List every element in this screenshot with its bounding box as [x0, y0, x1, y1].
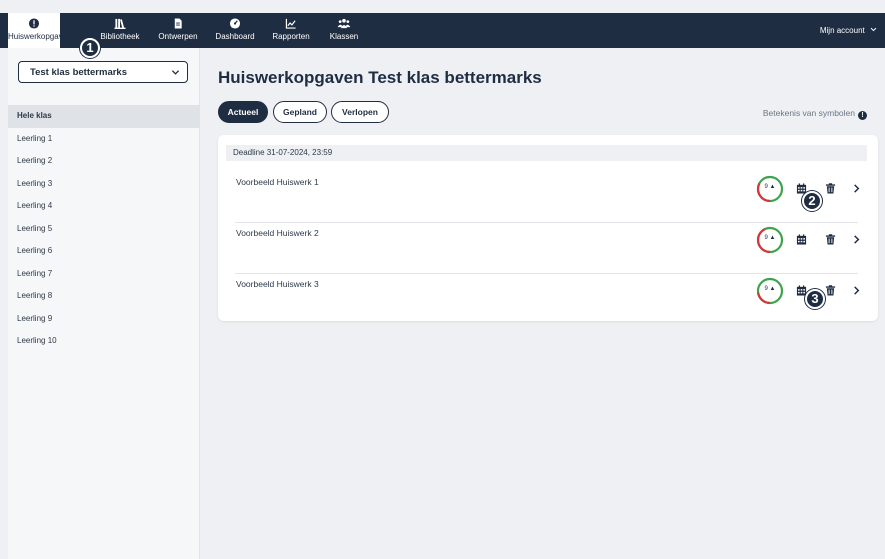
chevron-right-icon[interactable]: [851, 183, 862, 194]
chevron-right-icon[interactable]: [851, 285, 862, 296]
person-icon: ▲: [769, 184, 776, 190]
assignment-row[interactable]: Voorbeeld Huiswerk 1 9 ▲: [235, 172, 860, 223]
account-label: Mijn account: [819, 26, 865, 35]
symbol-legend-link[interactable]: Betekenis van symbolen!: [763, 108, 867, 120]
sidebar: Test klas bettermarks Hele klas Leerling…: [8, 48, 200, 559]
trash-icon[interactable]: [825, 183, 836, 194]
trash-icon[interactable]: [825, 285, 836, 296]
chevron-down-icon: [870, 27, 877, 32]
student-count: 9 ▲: [756, 286, 784, 292]
tab-actueel[interactable]: Actueel: [218, 101, 268, 123]
sidebar-item-leerling-1[interactable]: Leerling 1: [8, 128, 200, 151]
symbol-legend-label: Betekenis van symbolen: [762, 108, 855, 118]
nav-item-ontwerpen[interactable]: Ontwerpen: [154, 13, 202, 48]
nav-label-klassen: Klassen: [329, 32, 359, 41]
nav-item-huiswerkopgaven[interactable]: Huiswerkopgaven: [8, 13, 72, 48]
nav-item-rapporten[interactable]: Rapporten: [267, 13, 315, 48]
assignment-row[interactable]: Voorbeeld Huiswerk 3 9 ▲: [235, 274, 860, 325]
trash-icon[interactable]: [825, 234, 836, 245]
line-chart-icon: [285, 18, 296, 29]
person-icon: ▲: [769, 286, 776, 292]
progress-ring[interactable]: 9 ▲: [756, 277, 784, 305]
tab-verlopen[interactable]: Verlopen: [331, 101, 389, 123]
gauge-icon: [229, 18, 241, 29]
library-books-icon: [114, 18, 126, 29]
sidebar-item-leerling-4[interactable]: Leerling 4: [8, 195, 200, 218]
assignment-name: Voorbeeld Huiswerk 2: [236, 228, 319, 238]
sidebar-item-hele-klas[interactable]: Hele klas: [8, 105, 200, 128]
student-count-value: 9: [764, 235, 768, 241]
assignments-card: Deadline 31-07-2024, 23:59 Voorbeeld Hui…: [218, 135, 878, 321]
chevron-right-icon[interactable]: [851, 234, 862, 245]
annotation-badge-3: 3: [805, 289, 825, 309]
calendar-icon[interactable]: [796, 234, 807, 245]
assignment-row[interactable]: Voorbeeld Huiswerk 2 9 ▲: [235, 223, 860, 274]
page-title: Huiswerkopgaven Test klas bettermarks: [218, 68, 542, 87]
info-icon: !: [858, 111, 867, 120]
sidebar-item-leerling-3[interactable]: Leerling 3: [8, 173, 200, 196]
sidebar-item-leerling-7[interactable]: Leerling 7: [8, 263, 200, 286]
assignment-name: Voorbeeld Huiswerk 1: [236, 177, 319, 187]
sidebar-item-leerling-5[interactable]: Leerling 5: [8, 218, 200, 241]
student-count-value: 9: [764, 286, 768, 292]
progress-ring[interactable]: 9 ▲: [756, 226, 784, 254]
account-menu[interactable]: Mijn account: [820, 26, 877, 35]
nav-item-klassen[interactable]: Klassen: [322, 13, 366, 48]
top-nav-bar: Huiswerkopgaven Bibliotheek Ontwerpen Da…: [0, 13, 885, 48]
sidebar-item-leerling-2[interactable]: Leerling 2: [8, 150, 200, 173]
student-list: Hele klas Leerling 1 Leerling 2 Leerling…: [8, 105, 200, 353]
exclamation-circle-icon: [28, 18, 40, 29]
student-count-value: 9: [764, 184, 768, 190]
sidebar-item-leerling-10[interactable]: Leerling 10: [8, 330, 200, 353]
nav-item-dashboard[interactable]: Dashboard: [211, 13, 259, 48]
nav-label-dashboard: Dashboard: [215, 32, 255, 41]
progress-ring[interactable]: 9 ▲: [756, 175, 784, 203]
nav-label-huiswerkopgaven: Huiswerkopgaven: [8, 32, 72, 41]
nav-item-bibliotheek[interactable]: Bibliotheek: [95, 13, 145, 48]
annotation-badge-1: 1: [80, 38, 100, 58]
sidebar-item-leerling-9[interactable]: Leerling 9: [8, 308, 200, 331]
sidebar-item-leerling-6[interactable]: Leerling 6: [8, 240, 200, 263]
document-icon: [174, 18, 182, 29]
nav-label-rapporten: Rapporten: [272, 32, 310, 41]
student-count: 9 ▲: [756, 184, 784, 190]
sidebar-item-leerling-8[interactable]: Leerling 8: [8, 285, 200, 308]
assignment-name: Voorbeeld Huiswerk 3: [236, 279, 319, 289]
chevron-down-icon: [171, 70, 180, 75]
users-icon: [337, 18, 351, 29]
deadline-header: Deadline 31-07-2024, 23:59: [226, 145, 867, 161]
student-count: 9 ▲: [756, 235, 784, 241]
tab-gepland[interactable]: Gepland: [273, 101, 327, 123]
nav-label-bibliotheek: Bibliotheek: [100, 32, 140, 41]
nav-label-ontwerpen: Ontwerpen: [158, 32, 198, 41]
person-icon: ▲: [769, 235, 776, 241]
annotation-badge-2: 2: [802, 191, 822, 211]
class-select[interactable]: Test klas bettermarks: [18, 61, 188, 83]
class-select-value: Test klas bettermarks: [30, 67, 127, 78]
